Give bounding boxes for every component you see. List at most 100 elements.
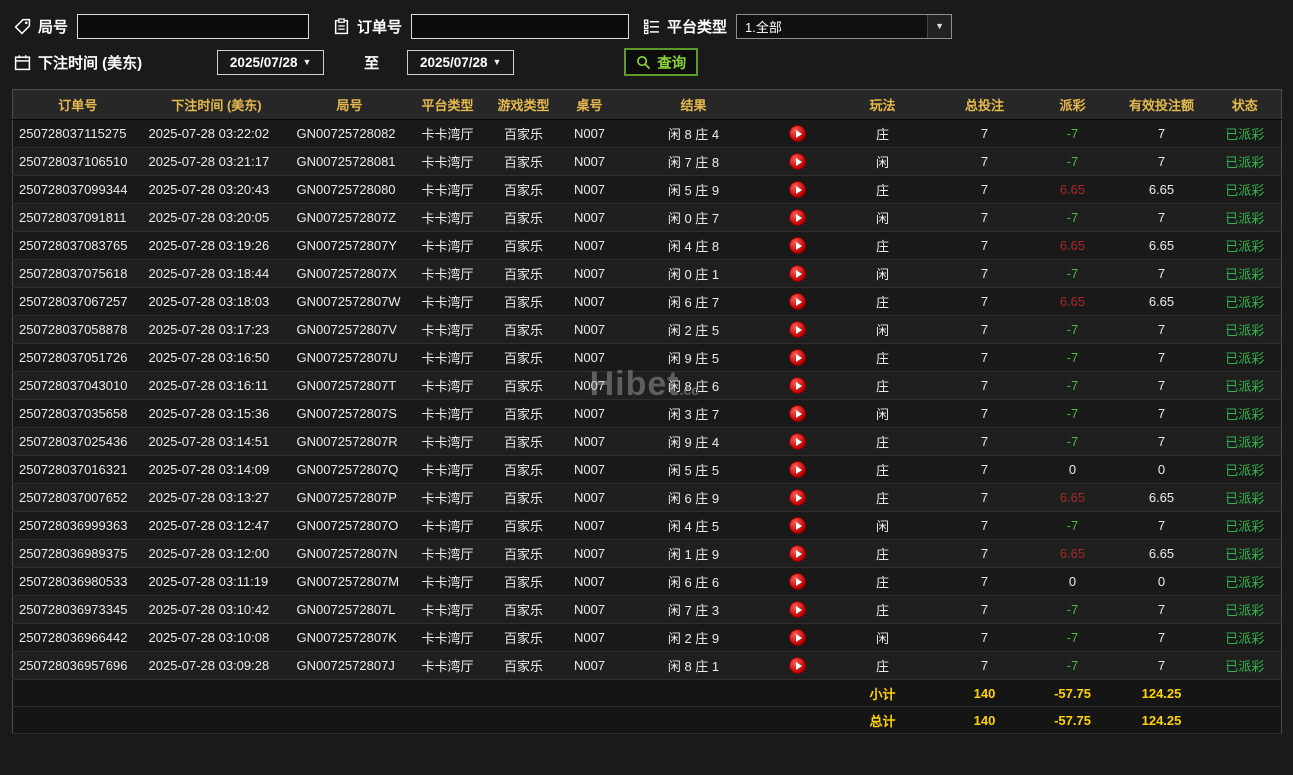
play-button[interactable] <box>789 405 806 422</box>
table-cell: N007 <box>561 652 619 680</box>
table-cell: 0 <box>1115 456 1209 484</box>
play-button[interactable] <box>789 573 806 590</box>
total-cell: 124.25 <box>1115 680 1209 707</box>
round-number-input[interactable] <box>77 14 309 39</box>
total-cell: 总计 <box>827 707 939 734</box>
play-button[interactable] <box>789 629 806 646</box>
table-cell: N007 <box>561 596 619 624</box>
table-cell: N007 <box>561 120 619 148</box>
table-cell: 闲 <box>827 400 939 428</box>
replay-cell <box>769 428 827 456</box>
total-cell-empty <box>13 707 827 734</box>
play-button[interactable] <box>789 237 806 254</box>
table-cell: 闲 <box>827 624 939 652</box>
table-row: 2507280369664422025-07-28 03:10:08GN0072… <box>13 624 1282 652</box>
table-cell: GN0072572807X <box>291 260 409 288</box>
table-row: 2507280370356582025-07-28 03:15:36GN0072… <box>13 400 1282 428</box>
table-cell: 250728037035658 <box>13 400 143 428</box>
table-cell: 庄 <box>827 652 939 680</box>
table-cell: 2025-07-28 03:18:03 <box>143 288 291 316</box>
table-cell: 已派彩 <box>1209 428 1282 456</box>
replay-cell <box>769 652 827 680</box>
date-from-select[interactable]: 2025/07/28 ▼ <box>217 50 324 75</box>
table-cell: 闲 8 庄 6 <box>619 372 769 400</box>
query-button-label: 查询 <box>657 52 686 73</box>
table-cell: 2025-07-28 03:19:26 <box>143 232 291 260</box>
play-button[interactable] <box>789 517 806 534</box>
play-icon <box>796 214 802 222</box>
total-cell: 124.25 <box>1115 707 1209 734</box>
list-icon <box>643 18 660 35</box>
platform-type-label: 平台类型 <box>667 16 727 37</box>
play-button[interactable] <box>789 489 806 506</box>
platform-type-select[interactable]: 1.全部 ▼ <box>736 14 952 39</box>
play-button[interactable] <box>789 657 806 674</box>
column-header: 局号 <box>291 90 409 120</box>
play-button[interactable] <box>789 377 806 394</box>
order-number-input[interactable] <box>411 14 629 39</box>
play-button[interactable] <box>789 181 806 198</box>
table-cell: 已派彩 <box>1209 204 1282 232</box>
table-cell: 百家乐 <box>487 120 561 148</box>
table-row: 2507280370918112025-07-28 03:20:05GN0072… <box>13 204 1282 232</box>
round-number-filter: 局号 <box>14 14 309 39</box>
play-button[interactable] <box>789 545 806 562</box>
play-button[interactable] <box>789 433 806 450</box>
date-to-select[interactable]: 2025/07/28 ▼ <box>407 50 514 75</box>
query-button[interactable]: 查询 <box>624 48 698 76</box>
table-cell: 百家乐 <box>487 512 561 540</box>
table-cell: 6.65 <box>1031 288 1115 316</box>
filter-row-2: 下注时间 (美东) 2025/07/28 ▼ 至 2025/07/28 ▼ 查询 <box>14 43 1279 81</box>
table-cell: 7 <box>939 484 1031 512</box>
table-cell: -7 <box>1031 316 1115 344</box>
table-cell: 卡卡湾厅 <box>409 624 487 652</box>
table-row: 2507280370517262025-07-28 03:16:50GN0072… <box>13 344 1282 372</box>
play-icon <box>796 606 802 614</box>
table-cell: GN0072572807V <box>291 316 409 344</box>
table-row: 2507280369893752025-07-28 03:12:00GN0072… <box>13 540 1282 568</box>
table-cell: 7 <box>939 456 1031 484</box>
table-cell: 250728037106510 <box>13 148 143 176</box>
table-cell: 庄 <box>827 568 939 596</box>
table-cell: 百家乐 <box>487 288 561 316</box>
replay-cell <box>769 204 827 232</box>
play-button[interactable] <box>789 601 806 618</box>
play-button[interactable] <box>789 293 806 310</box>
table-cell: 7 <box>1115 512 1209 540</box>
table-row: 2507280369993632025-07-28 03:12:47GN0072… <box>13 512 1282 540</box>
table-cell: 百家乐 <box>487 204 561 232</box>
table-cell: 7 <box>939 400 1031 428</box>
play-button[interactable] <box>789 461 806 478</box>
play-button[interactable] <box>789 153 806 170</box>
play-button[interactable] <box>789 349 806 366</box>
table-cell: 250728037075618 <box>13 260 143 288</box>
table-cell: 闲 <box>827 204 939 232</box>
table-cell: 7 <box>939 176 1031 204</box>
table-cell: 卡卡湾厅 <box>409 568 487 596</box>
table-cell: 百家乐 <box>487 456 561 484</box>
play-button[interactable] <box>789 209 806 226</box>
play-button[interactable] <box>789 125 806 142</box>
table-cell: 7 <box>1115 148 1209 176</box>
table-cell: 闲 9 庄 4 <box>619 428 769 456</box>
table-cell: 闲 5 庄 5 <box>619 456 769 484</box>
play-button[interactable] <box>789 265 806 282</box>
table-row: 2507280370163212025-07-28 03:14:09GN0072… <box>13 456 1282 484</box>
table-cell: 卡卡湾厅 <box>409 456 487 484</box>
table-cell: 250728036966442 <box>13 624 143 652</box>
play-button[interactable] <box>789 321 806 338</box>
table-cell: 卡卡湾厅 <box>409 372 487 400</box>
bet-time-label: 下注时间 (美东) <box>38 52 142 73</box>
table-cell: 2025-07-28 03:17:23 <box>143 316 291 344</box>
platform-type-filter: 平台类型 1.全部 ▼ <box>643 14 952 39</box>
table-cell: 已派彩 <box>1209 260 1282 288</box>
table-cell: 庄 <box>827 596 939 624</box>
replay-cell <box>769 512 827 540</box>
table-cell: GN00725728081 <box>291 148 409 176</box>
table-cell: -7 <box>1031 260 1115 288</box>
table-row: 2507280369733452025-07-28 03:10:42GN0072… <box>13 596 1282 624</box>
table-cell: 已派彩 <box>1209 512 1282 540</box>
betting-records-page: 局号 订单号 平台类型 1.全部 ▼ <box>0 0 1293 734</box>
table-cell: 百家乐 <box>487 624 561 652</box>
table-cell: 卡卡湾厅 <box>409 428 487 456</box>
